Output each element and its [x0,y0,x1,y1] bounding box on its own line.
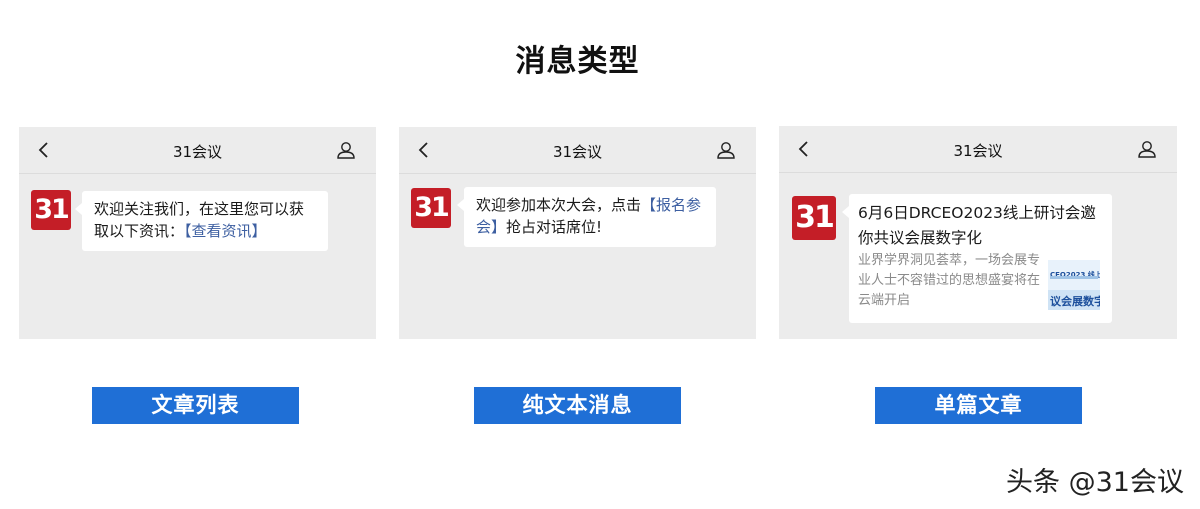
message-text: 欢迎参加本次大会，点击 [476,196,642,214]
chat-navbar: 31会议 [779,126,1177,173]
article-title: 6月6日DRCEO2023线上研讨会邀你共议会展数字化 [858,204,1096,247]
article-thumbnail: CEO2023 线上研讨 议会展数字 [1048,260,1100,310]
label-single-article: 单篇文章 [875,387,1082,424]
article-description: 业界学界洞见荟萃，一场会展专业人士不容错过的思想盛宴将在云端开启 [858,253,1041,308]
chat-title: 31会议 [172,143,223,161]
view-news-link[interactable]: 【查看资讯】 [184,222,267,240]
chat-preview-plain-text: 31会议 31 欢迎参加本次大会，点击【报名参会】抢占对话席位! [399,127,756,339]
label-plain-text: 纯文本消息 [474,387,681,424]
chat-title: 31会议 [552,143,603,161]
chat-preview-article-list: 31会议 31 欢迎关注我们，在这里您可以获取以下资讯：【查看资讯】 [19,127,376,339]
chat-navbar: 31会议 [19,127,376,174]
message-bubble: 欢迎关注我们，在这里您可以获取以下资讯：【查看资讯】 [75,191,328,251]
brand-logo-avatar: 31 [31,190,71,230]
thumbnail-text-2: 议会展数字 [1048,290,1100,310]
thumbnail-text: CEO2023 线上研讨 [1050,271,1100,279]
page-title: 消息类型 [515,44,640,79]
user-profile-icon[interactable] [716,140,736,160]
label-article-list: 文章列表 [92,387,299,424]
chat-title: 31会议 [953,142,1003,160]
chat-preview-single-article: 31会议 31 6月6日DRCEO2023线上研讨会邀你共议会展数字化 业界学界… [779,126,1177,339]
chat-navbar: 31会议 [399,127,756,174]
user-profile-icon[interactable] [1137,139,1157,159]
watermark: 头条 @31会议 [1006,467,1184,498]
message-text-suffix: 抢占对话席位! [506,218,603,236]
brand-logo-avatar: 31 [411,188,451,228]
article-card[interactable]: 6月6日DRCEO2023线上研讨会邀你共议会展数字化 业界学界洞见荟萃，一场会… [842,194,1112,323]
thumbnail-stripe [1050,276,1098,279]
message-bubble: 欢迎参加本次大会，点击【报名参会】抢占对话席位! [457,187,716,247]
user-profile-icon[interactable] [336,140,356,160]
brand-logo-avatar: 31 [792,196,836,240]
